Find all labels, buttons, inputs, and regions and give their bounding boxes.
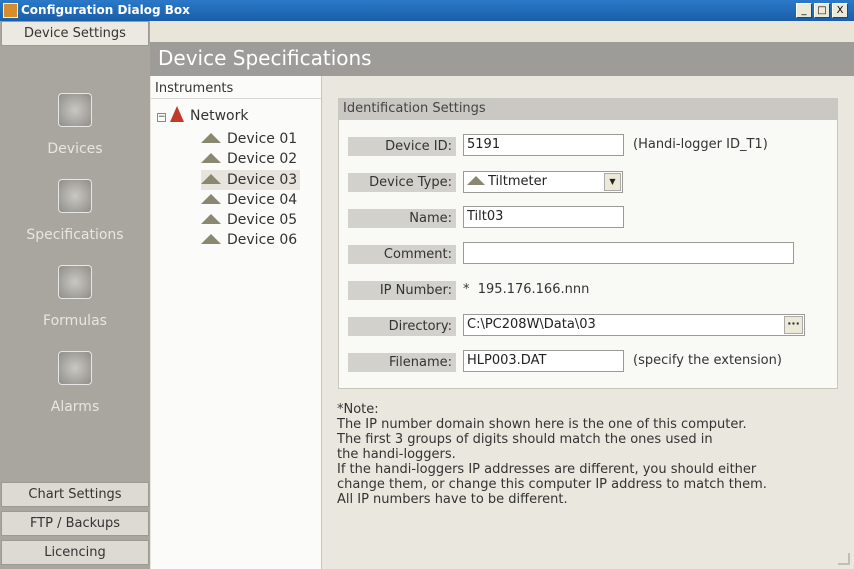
chevron-down-icon[interactable]: ▼ (604, 173, 621, 191)
tree-item-label: Device 02 (227, 151, 298, 167)
ip-note: *Note: The IP number domain shown here i… (337, 402, 767, 507)
device-icon (201, 153, 221, 163)
formulas-icon (58, 265, 92, 299)
configuration-dialog: Configuration Dialog Box _ □ X Device Se… (0, 0, 854, 569)
directory-label: Directory: (348, 317, 456, 336)
collapse-icon[interactable]: − (157, 113, 166, 122)
alarms-icon (58, 351, 92, 385)
tree-item-device-01[interactable]: Device 01 (201, 129, 297, 149)
nav-formulas-label: Formulas (43, 313, 107, 329)
tree-item-device-06[interactable]: Device 06 (201, 230, 297, 250)
tree-item-device-02[interactable]: Device 02 (201, 149, 297, 169)
ip-number-value: * 195.176.166.nnn (463, 282, 590, 297)
nav-specifications-label: Specifications (26, 227, 124, 243)
tree-item-label: Device 01 (227, 131, 298, 147)
identification-settings-group: Identification Settings Device ID: 5191 … (338, 98, 838, 389)
nav-alarms[interactable]: Alarms (0, 351, 150, 415)
nav-devices-label: Devices (47, 141, 103, 157)
tree-item-device-05[interactable]: Device 05 (201, 210, 297, 230)
name-input[interactable]: Tilt03 (463, 206, 624, 228)
nav-formulas[interactable]: Formulas (0, 265, 150, 329)
specifications-icon (58, 179, 92, 213)
sidebar: Device Settings Devices Specifications F… (0, 21, 150, 569)
directory-value: C:\PC208W\Data\03 (467, 317, 596, 332)
filename-label: Filename: (348, 353, 456, 372)
tiltmeter-icon (467, 176, 485, 185)
network-icon (170, 106, 184, 122)
app-icon (3, 3, 18, 18)
device-icon (201, 194, 221, 204)
tree-item-label: Device 04 (227, 192, 298, 208)
device-id-note: (Handi-logger ID_T1) (633, 137, 768, 152)
comment-label: Comment: (348, 245, 456, 264)
group-title: Identification Settings (338, 98, 838, 120)
tree-item-device-04[interactable]: Device 04 (201, 190, 297, 210)
chart-settings-button[interactable]: Chart Settings (1, 482, 149, 507)
browse-button[interactable]: ··· (784, 316, 803, 334)
page-title: Device Specifications (158, 46, 372, 70)
title-bar[interactable]: Configuration Dialog Box _ □ X (0, 0, 854, 21)
device-type-value: Tiltmeter (488, 174, 547, 189)
window-controls: _ □ X (796, 3, 848, 18)
ip-number-label: IP Number: (348, 281, 456, 300)
directory-input[interactable]: C:\PC208W\Data\03 ··· (463, 314, 805, 336)
tree-node-label: Network (190, 108, 249, 124)
device-icon (201, 234, 221, 244)
instrument-tree: Instruments − Network Device 01 Device 02… (151, 76, 322, 569)
name-label: Name: (348, 209, 456, 228)
tree-node-network[interactable]: − Network (157, 106, 248, 126)
comment-input[interactable] (463, 242, 794, 264)
devices-icon (58, 93, 92, 127)
resize-grip-icon[interactable] (838, 553, 850, 565)
tree-item-label: Device 06 (227, 232, 298, 248)
filename-note: (specify the extension) (633, 353, 782, 368)
tree-heading: Instruments (151, 79, 321, 99)
device-type-select[interactable]: Tiltmeter ▼ (463, 171, 623, 193)
licencing-button[interactable]: Licencing (1, 540, 149, 565)
page-header: Device Specifications (150, 42, 854, 76)
content-panel: Identification Settings Device ID: 5191 … (323, 76, 854, 569)
tree-item-device-03[interactable]: Device 03 (201, 170, 301, 190)
window-title: Configuration Dialog Box (21, 3, 190, 17)
device-icon (201, 174, 221, 184)
device-type-label: Device Type: (348, 173, 456, 192)
nav-devices[interactable]: Devices (0, 93, 150, 157)
ftp-backups-button[interactable]: FTP / Backups (1, 511, 149, 536)
nav-specifications[interactable]: Specifications (0, 179, 150, 243)
close-button[interactable]: X (832, 3, 848, 18)
device-settings-button[interactable]: Device Settings (1, 21, 149, 46)
nav-alarms-label: Alarms (50, 399, 100, 415)
device-id-input[interactable]: 5191 (463, 134, 624, 156)
filename-input[interactable]: HLP003.DAT (463, 350, 624, 372)
maximize-button[interactable]: □ (814, 3, 830, 18)
device-icon (201, 214, 221, 224)
device-icon (201, 133, 221, 143)
tree-item-label: Device 05 (227, 212, 298, 228)
tree-item-label: Device 03 (227, 172, 298, 188)
device-id-label: Device ID: (348, 137, 456, 156)
minimize-button[interactable]: _ (796, 3, 812, 18)
